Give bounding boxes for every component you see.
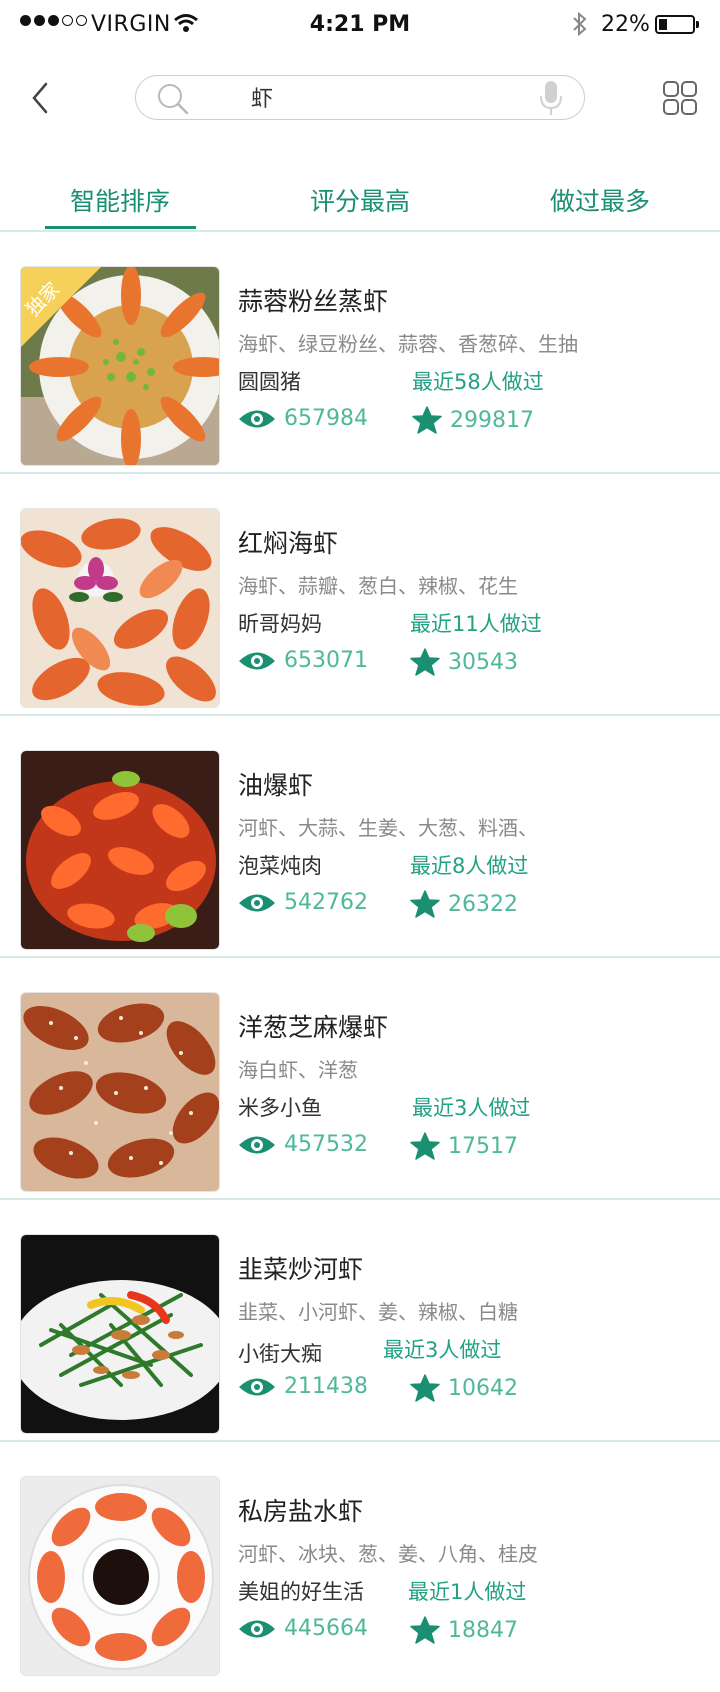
favorite-count-value: 10642 [448,1375,518,1401]
recipe-ingredients: 海虾、绿豆粉丝、蒜蓉、香葱碎、生抽 [238,332,578,356]
recipe-ingredients: 海虾、蒜瓣、葱白、辣椒、花生 [238,574,518,598]
made-count: 最近58人做过 [412,370,544,394]
recipe-title: 私房盐水虾 [238,1497,364,1526]
recipe-title: 洋葱芝麻爆虾 [238,1013,389,1042]
favorite-count-value: 17517 [448,1133,518,1159]
star-icon [410,890,440,918]
recipe-photo: 独家 [20,266,220,466]
recipe-title: 韭菜炒河虾 [238,1255,364,1284]
recipe-ingredients: 韭菜、小河虾、姜、辣椒、白糖 [238,1300,518,1324]
recipe-title: 油爆虾 [238,771,314,800]
recipe-author[interactable]: 昕哥妈妈 [238,608,322,638]
recipe-author[interactable]: 泡菜炖肉 [238,850,322,880]
back-arrow-icon[interactable] [26,78,56,118]
view-count: 657984 [238,406,368,431]
recipe-ingredients: 河虾、大蒜、生姜、大葱、料酒、 [238,816,538,840]
made-count: 最近11人做过 [410,612,542,636]
eye-icon [239,1620,275,1637]
grid-view-icon[interactable] [662,80,698,116]
microphone-icon[interactable] [538,79,564,117]
recipe-card[interactable]: 红焖海虾 海虾、蒜瓣、葱白、辣椒、花生 昕哥妈妈 最近11人做过 653071 … [0,474,720,716]
eye-icon [239,652,275,669]
eye-icon [239,1136,275,1153]
star-icon [410,1374,440,1402]
active-tab-indicator [45,226,196,229]
tab-top-rated[interactable]: 评分最高 [260,182,460,218]
favorite-count: 18847 [410,1616,518,1644]
recipe-card[interactable]: 洋葱芝麻爆虾 海白虾、洋葱 米多小鱼 最近3人做过 457532 17517 [0,958,720,1200]
view-count: 445664 [238,1616,368,1641]
view-count: 457532 [238,1132,368,1157]
search-bar[interactable] [135,75,585,120]
tab-most-made[interactable]: 做过最多 [500,182,700,218]
recipe-photo [20,1234,220,1434]
recipe-card[interactable]: 私房盐水虾 河虾、冰块、葱、姜、八角、桂皮 美姐的好生活 最近1人做过 4456… [0,1442,720,1682]
favorite-count-value: 30543 [448,649,518,675]
recipe-author[interactable]: 小街大痴 [238,1338,322,1368]
recipe-title: 红焖海虾 [238,529,339,558]
view-count-value: 211438 [284,1374,368,1399]
view-count: 653071 [238,648,368,673]
recipe-photo [20,1476,220,1676]
search-input[interactable] [251,84,491,109]
favorite-count-value: 26322 [448,891,518,917]
recipe-ingredients: 海白虾、洋葱 [238,1058,358,1082]
recipe-card[interactable]: 韭菜炒河虾 韭菜、小河虾、姜、辣椒、白糖 小街大痴 最近3人做过 211438 … [0,1200,720,1442]
eye-icon [239,894,275,911]
favorite-count: 30543 [410,648,518,676]
view-count-value: 542762 [284,890,368,915]
star-icon [410,648,440,676]
status-bar: VIRGIN 4:21 PM 22% [0,0,720,48]
recipe-list: 独家 蒜蓉粉丝蒸虾 海虾、绿豆粉丝、蒜蓉、香葱碎、生抽 圆圆猪 最近58人做过 … [0,232,720,1682]
made-count: 最近8人做过 [410,854,529,878]
favorite-count-value: 18847 [448,1617,518,1643]
tab-smart-sort[interactable]: 智能排序 [20,182,220,218]
view-count: 211438 [238,1374,368,1399]
made-count: 最近3人做过 [412,1096,531,1120]
battery-percent: 22% [601,12,650,37]
recipe-author[interactable]: 美姐的好生活 [238,1576,364,1606]
view-count-value: 657984 [284,406,368,431]
recipe-author[interactable]: 米多小鱼 [238,1092,322,1122]
eye-icon [239,410,275,427]
sort-tabs: 智能排序 评分最高 做过最多 [0,170,720,232]
view-count-value: 445664 [284,1616,368,1641]
favorite-count: 299817 [412,406,534,434]
favorite-count: 26322 [410,890,518,918]
recipe-title: 蒜蓉粉丝蒸虾 [238,287,389,316]
recipe-author[interactable]: 圆圆猪 [238,366,301,396]
battery-icon [655,15,699,34]
recipe-card[interactable]: 油爆虾 河虾、大蒜、生姜、大葱、料酒、 泡菜炖肉 最近8人做过 542762 2… [0,716,720,958]
view-count-value: 457532 [284,1132,368,1157]
recipe-photo [20,750,220,950]
made-count: 最近1人做过 [408,1580,527,1604]
view-count: 542762 [238,890,368,915]
star-icon [410,1132,440,1160]
recipe-photo [20,992,220,1192]
recipe-photo [20,508,220,708]
search-icon [158,84,189,115]
star-icon [410,1616,440,1644]
recipe-card[interactable]: 独家 蒜蓉粉丝蒸虾 海虾、绿豆粉丝、蒜蓉、香葱碎、生抽 圆圆猪 最近58人做过 … [0,232,720,474]
star-icon [412,406,442,434]
recipe-ingredients: 河虾、冰块、葱、姜、八角、桂皮 [238,1542,538,1566]
eye-icon [239,1378,275,1395]
favorite-count: 10642 [410,1374,518,1402]
favorite-count: 17517 [410,1132,518,1160]
view-count-value: 653071 [284,648,368,673]
made-count: 最近3人做过 [383,1338,502,1362]
bluetooth-icon [573,11,587,37]
favorite-count-value: 299817 [450,407,534,433]
